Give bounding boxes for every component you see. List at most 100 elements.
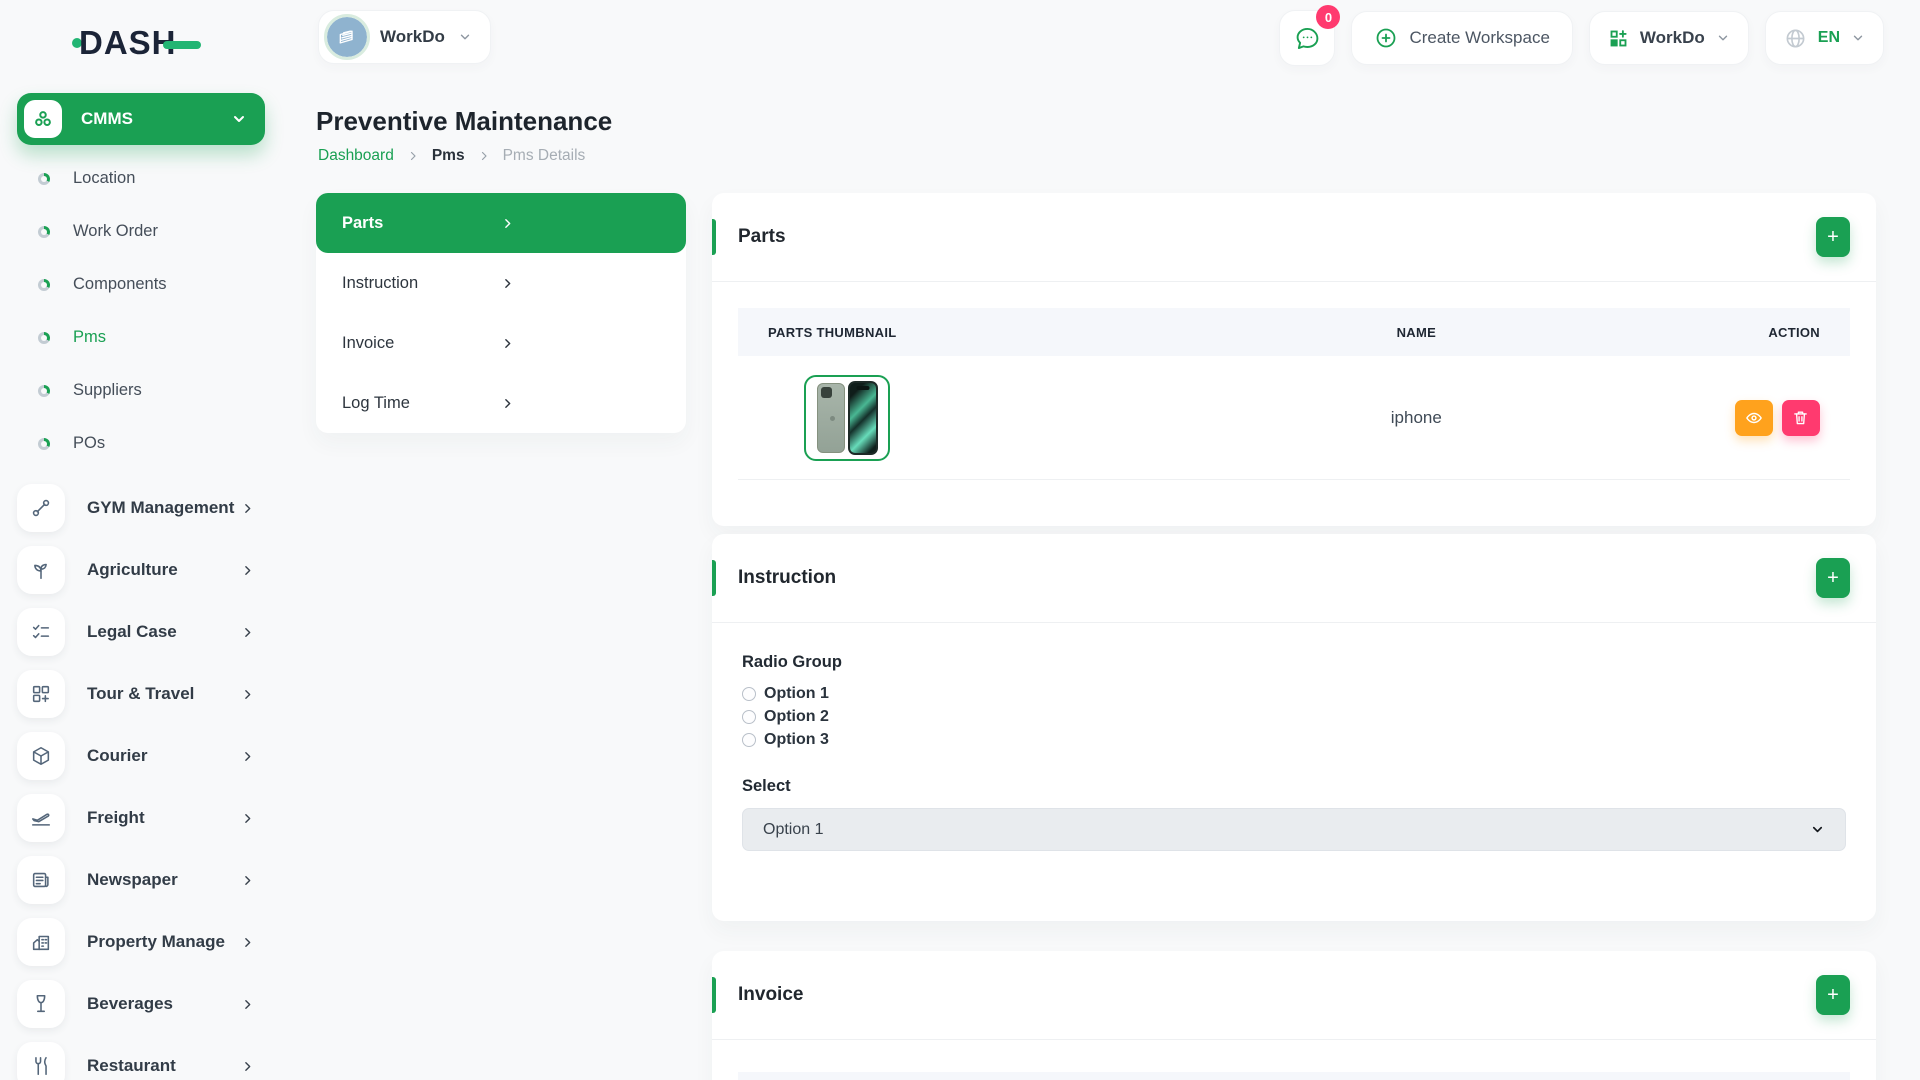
tab-log-time[interactable]: Log Time xyxy=(316,373,686,433)
add-instruction-button[interactable]: + xyxy=(1816,558,1850,598)
parts-panel: Parts + PARTS THUMBNAIL NAME ACTION ipho… xyxy=(712,193,1876,526)
breadcrumb-dashboard-link[interactable]: Dashboard xyxy=(318,147,394,165)
cmms-submenu: Location Work Order Components Pms Suppl… xyxy=(0,152,296,470)
sidebar-item-legal-case[interactable]: Legal Case xyxy=(0,601,296,663)
sidebar-item-pms[interactable]: Pms xyxy=(0,311,296,364)
view-part-button[interactable] xyxy=(1735,400,1773,436)
create-workspace-button[interactable]: Create Workspace xyxy=(1351,11,1572,65)
checklist-icon xyxy=(17,608,65,656)
bullet-ring-icon xyxy=(38,438,50,450)
app-switcher-button[interactable]: WorkDo xyxy=(1589,11,1749,65)
tab-label: Log Time xyxy=(342,394,501,413)
breadcrumb: Dashboard Pms Pms Details xyxy=(318,147,585,165)
wine-glass-icon xyxy=(17,980,65,1028)
bullet-ring-icon xyxy=(38,385,50,397)
part-thumbnail-iphone[interactable] xyxy=(804,375,890,461)
sidebar-item-label: Legal Case xyxy=(87,622,177,642)
sidebar-item-property-manage[interactable]: Property Manage xyxy=(0,911,296,973)
radio-option-2[interactable]: Option 2 xyxy=(742,705,1846,728)
sidebar-item-agriculture[interactable]: Agriculture xyxy=(0,539,296,601)
accent-bar xyxy=(712,977,716,1013)
chevron-right-icon xyxy=(241,812,254,825)
language-selector[interactable]: EN xyxy=(1765,11,1884,65)
tab-invoice[interactable]: Invoice xyxy=(316,313,686,373)
sidebar-item-label: Freight xyxy=(87,808,145,828)
chevron-right-icon xyxy=(241,688,254,701)
sidebar-item-courier[interactable]: Courier xyxy=(0,725,296,787)
sidebar-item-gym-management[interactable]: GYM Management xyxy=(0,477,296,539)
invoice-table-header xyxy=(738,1072,1850,1080)
sidebar-item-tour-travel[interactable]: Tour & Travel xyxy=(0,663,296,725)
sidebar-item-components[interactable]: Components xyxy=(0,258,296,311)
bullet-ring-icon xyxy=(38,226,50,238)
chevron-right-icon xyxy=(241,502,254,515)
chevron-down-icon xyxy=(1716,31,1730,45)
add-invoice-button[interactable]: + xyxy=(1816,975,1850,1015)
breadcrumb-pms-link[interactable]: Pms xyxy=(432,147,465,165)
radio-button-icon[interactable] xyxy=(742,733,756,747)
breadcrumb-separator-icon xyxy=(407,150,419,162)
breadcrumb-separator-icon xyxy=(478,150,490,162)
create-workspace-label: Create Workspace xyxy=(1409,28,1549,48)
chevron-right-icon xyxy=(241,874,254,887)
table-row: iphone xyxy=(738,356,1850,480)
workspace-name: WorkDo xyxy=(380,27,445,47)
sidebar-item-pos[interactable]: POs xyxy=(0,417,296,470)
breadcrumb-current: Pms Details xyxy=(503,147,586,165)
tab-instruction[interactable]: Instruction xyxy=(316,253,686,313)
dash-logo[interactable]: DASH xyxy=(72,24,201,62)
radio-option-3[interactable]: Option 3 xyxy=(742,728,1846,751)
instruction-select[interactable]: Option 1 xyxy=(742,808,1846,851)
radio-option-1[interactable]: Option 1 xyxy=(742,682,1846,705)
parts-panel-title: Parts xyxy=(738,226,786,248)
bullet-ring-icon xyxy=(38,332,50,344)
part-name: iphone xyxy=(1205,408,1628,428)
plant-icon xyxy=(17,546,65,594)
grid-plus-icon xyxy=(1608,28,1629,49)
sidebar-item-suppliers[interactable]: Suppliers xyxy=(0,364,296,417)
sidebar-item-label: Pms xyxy=(73,328,106,347)
column-action: ACTION xyxy=(1628,325,1850,340)
chevron-right-icon xyxy=(241,936,254,949)
delete-part-button[interactable] xyxy=(1782,400,1820,436)
iphone-back-image xyxy=(817,383,845,453)
instruction-panel: Instruction + Radio Group Option 1 Optio… xyxy=(712,534,1876,921)
parts-panel-header: Parts + xyxy=(712,193,1876,281)
sidebar-item-location[interactable]: Location xyxy=(0,152,296,205)
plus-circle-icon xyxy=(1374,26,1398,50)
iphone-front-image xyxy=(848,381,878,455)
tab-label: Parts xyxy=(342,214,501,233)
workspace-avatar xyxy=(327,17,367,57)
radio-button-icon[interactable] xyxy=(742,710,756,724)
chevron-right-icon xyxy=(241,626,254,639)
instruction-panel-title: Instruction xyxy=(738,567,836,589)
sidebar-item-newspaper[interactable]: Newspaper xyxy=(0,849,296,911)
language-label: EN xyxy=(1818,29,1840,47)
invoice-panel-header: Invoice + xyxy=(712,951,1876,1039)
sidebar-item-work-order[interactable]: Work Order xyxy=(0,205,296,258)
chevron-right-icon xyxy=(501,277,660,290)
add-part-button[interactable]: + xyxy=(1816,217,1850,257)
messages-button[interactable]: 0 xyxy=(1279,10,1335,66)
sidebar-item-label: Suppliers xyxy=(73,381,142,400)
sidebar-item-beverages[interactable]: Beverages xyxy=(0,973,296,1035)
building-icon xyxy=(17,918,65,966)
radio-button-icon[interactable] xyxy=(742,687,756,701)
tab-label: Invoice xyxy=(342,334,501,353)
workspace-selector[interactable]: WorkDo xyxy=(318,10,491,64)
chevron-down-icon xyxy=(1851,31,1865,45)
sidebar-item-label: Agriculture xyxy=(87,560,178,580)
accent-bar xyxy=(712,560,716,596)
chevron-right-icon xyxy=(501,337,660,350)
sidebar-module-cmms[interactable]: CMMS xyxy=(17,93,265,145)
chevron-down-icon xyxy=(231,111,247,127)
tab-parts[interactable]: Parts xyxy=(316,193,686,253)
sidebar-item-restaurant[interactable]: Restaurant xyxy=(0,1035,296,1080)
invoice-panel-title: Invoice xyxy=(738,984,803,1006)
column-name: NAME xyxy=(1205,325,1628,340)
grid-plus-icon xyxy=(17,670,65,718)
sidebar-item-freight[interactable]: Freight xyxy=(0,787,296,849)
cmms-label: CMMS xyxy=(81,109,133,129)
sidebar-item-label: Restaurant xyxy=(87,1056,176,1076)
radio-option-label: Option 2 xyxy=(764,708,829,726)
